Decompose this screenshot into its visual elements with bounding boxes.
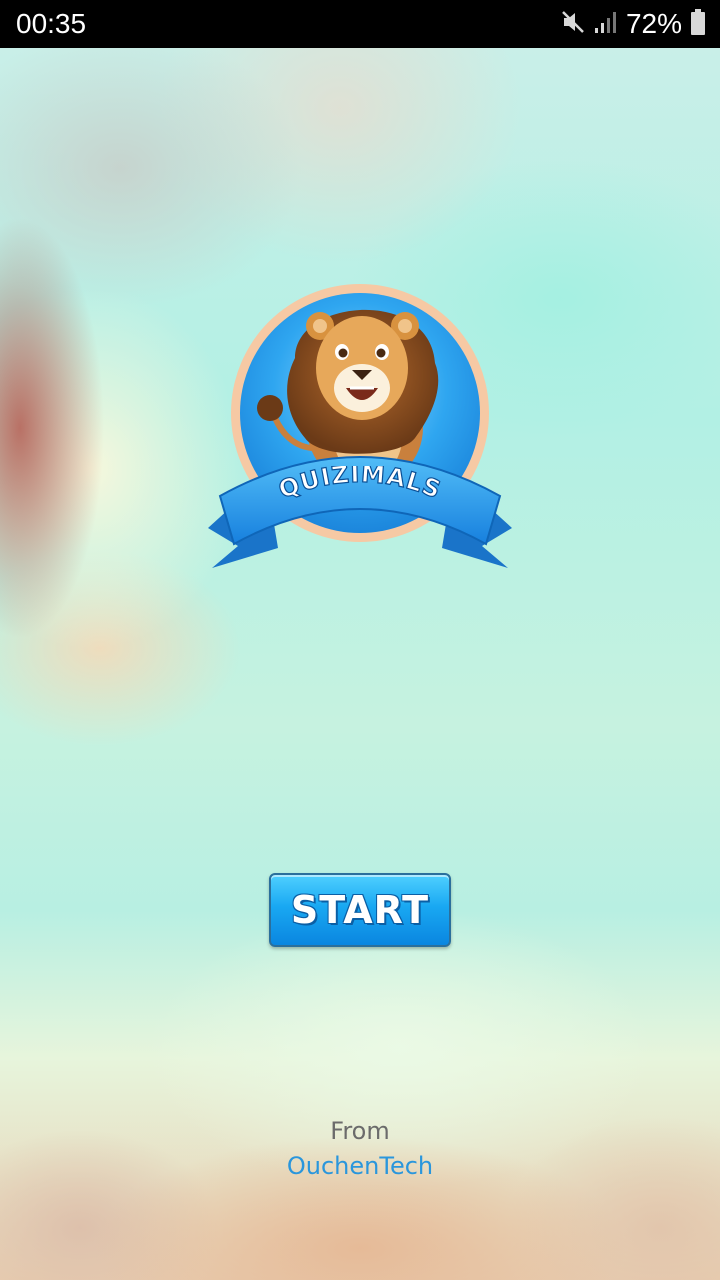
company-name[interactable]: OuchenTech bbox=[0, 1148, 720, 1184]
mute-icon bbox=[560, 9, 586, 39]
status-time: 00:35 bbox=[16, 8, 87, 39]
from-label: From bbox=[330, 1117, 390, 1145]
start-label: START bbox=[290, 888, 430, 932]
signal-icon bbox=[594, 10, 618, 38]
status-icons: 72% bbox=[560, 8, 706, 40]
svg-text:QUIZIMALS: QUIZIMALS bbox=[275, 466, 446, 504]
battery-percent: 72% bbox=[625, 8, 682, 39]
battery-icon bbox=[690, 9, 706, 39]
credits: From OuchenTech bbox=[0, 1114, 720, 1184]
splash-screen: 00:35 72% QUIZIMALS START From OuchenTec… bbox=[0, 0, 720, 1280]
status-bar: 00:35 72% bbox=[0, 0, 720, 48]
app-title: QUIZIMALS bbox=[274, 466, 445, 505]
blurred-background bbox=[0, 48, 720, 1280]
app-logo: QUIZIMALS bbox=[200, 278, 520, 578]
start-button[interactable]: START bbox=[269, 873, 451, 947]
